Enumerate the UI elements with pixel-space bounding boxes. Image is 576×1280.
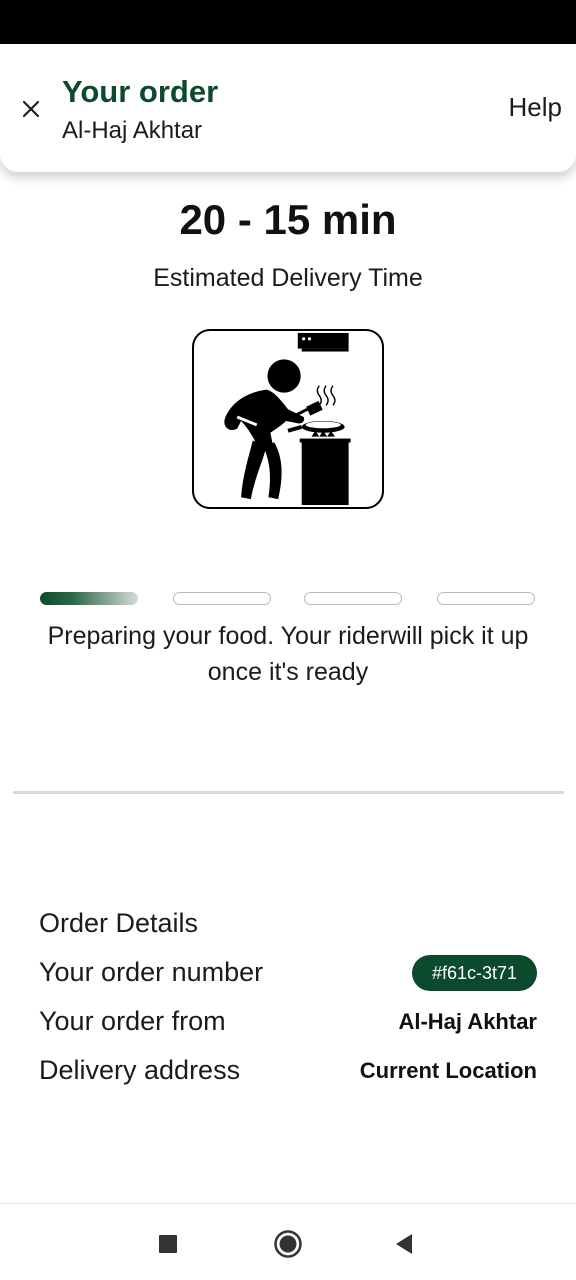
restaurant-name: Al-Haj Akhtar (62, 117, 203, 144)
square-recents-icon (159, 1235, 177, 1253)
progress-step-3 (304, 592, 402, 605)
home-button[interactable] (268, 1226, 308, 1262)
order-from-value: Al-Haj Akhtar (398, 1009, 537, 1034)
close-button[interactable] (14, 92, 48, 126)
progress-step-4 (437, 592, 535, 605)
order-header: Your order Al-Haj Akhtar Help (0, 44, 576, 172)
order-number-label: Your order number (39, 957, 264, 987)
eta-time: 20 - 15 min (179, 196, 397, 243)
status-bar (0, 0, 576, 44)
divider (13, 791, 564, 794)
order-status-message: Preparing your food. Your riderwill pick… (47, 622, 529, 686)
order-from-label: Your order from (39, 1006, 226, 1036)
eta-label: Estimated Delivery Time (153, 264, 423, 292)
page-title: Your order (62, 74, 219, 109)
delivery-address-label: Delivery address (39, 1055, 241, 1085)
close-icon (22, 100, 40, 118)
chef-cooking-icon (224, 332, 351, 506)
triangle-back-icon (396, 1234, 412, 1254)
back-button[interactable] (384, 1226, 424, 1262)
delivery-address-value: Current Location (359, 1058, 537, 1083)
order-details-heading: Order Details (39, 908, 199, 938)
order-number-badge[interactable]: #f61c-3t71 (411, 955, 537, 991)
help-button[interactable]: Help (509, 92, 562, 123)
chef-cooking-illustration (192, 329, 384, 509)
recents-button[interactable] (148, 1226, 188, 1262)
progress-step-2 (173, 592, 271, 605)
order-progress (40, 592, 536, 606)
progress-step-1 (40, 592, 138, 605)
circle-home-icon (274, 1230, 302, 1258)
system-nav-bar (0, 1203, 576, 1280)
